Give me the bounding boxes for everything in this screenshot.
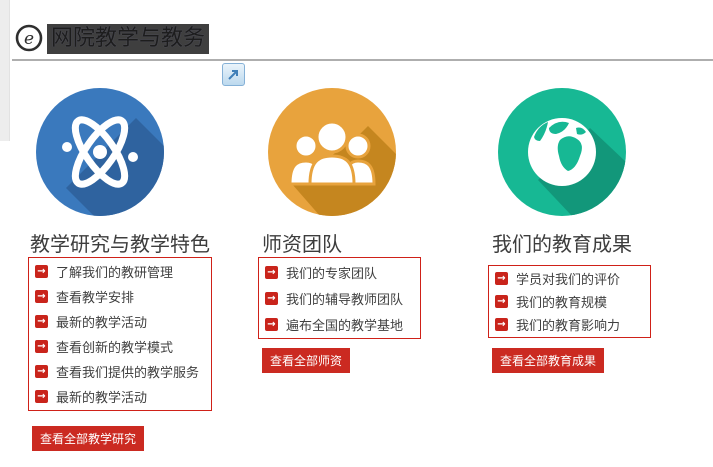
link-label[interactable]: 了解我们的教研管理 — [56, 262, 173, 281]
link-label[interactable]: 查看创新的教学模式 — [56, 337, 173, 356]
list-item[interactable]: → 查看创新的教学模式 — [29, 334, 211, 359]
column-heading-faculty: 师资团队 — [262, 232, 342, 256]
arrow-right-icon: → — [265, 291, 278, 305]
list-item[interactable]: → 查看我们提供的教学服务 — [29, 359, 211, 384]
link-label[interactable]: 我们的教育影响力 — [516, 315, 620, 334]
view-all-faculty-button[interactable]: 查看全部师资 — [262, 348, 351, 373]
list-item[interactable]: → 我们的专家团队 — [259, 259, 420, 285]
link-list-research: → 了解我们的教研管理 → 查看教学安排 → 最新的教学活动 → 查看创新的教学模式 → 查看我们… — [28, 257, 212, 411]
link-label[interactable]: 遍布全国的教学基地 — [286, 315, 403, 334]
arrow-right-icon: → — [35, 290, 48, 303]
list-item[interactable]: → 我们的教育影响力 — [489, 313, 650, 336]
circled-e-icon: e — [14, 23, 44, 53]
link-label[interactable]: 学员对我们的评价 — [516, 269, 620, 288]
globe-icon — [498, 88, 626, 216]
view-all-research-button[interactable]: 查看全部教学研究 — [32, 426, 145, 451]
arrow-right-icon: → — [35, 390, 48, 403]
list-item[interactable]: → 我们的教育规模 — [489, 290, 650, 313]
header-divider — [12, 59, 713, 61]
arrow-right-icon: → — [265, 265, 278, 279]
link-label[interactable]: 我们的专家团队 — [286, 263, 377, 282]
svg-text:e: e — [24, 29, 34, 49]
list-item[interactable]: → 学员对我们的评价 — [489, 267, 650, 290]
arrow-right-icon: → — [35, 265, 48, 278]
arrow-right-icon: → — [35, 340, 48, 353]
list-item[interactable]: → 最新的教学活动 — [29, 384, 211, 409]
link-list-faculty: → 我们的专家团队 → 我们的辅导教师团队 → 遍布全国的教学基地 — [258, 257, 421, 339]
list-item[interactable]: → 我们的辅导教师团队 — [259, 285, 420, 311]
left-edge-strip — [0, 0, 10, 141]
list-item[interactable]: → 了解我们的教研管理 — [29, 259, 211, 284]
arrow-right-icon: → — [35, 365, 48, 378]
list-item[interactable]: → 查看教学安排 — [29, 284, 211, 309]
link-label[interactable]: 查看教学安排 — [56, 287, 134, 306]
arrow-right-icon: → — [495, 295, 508, 308]
view-all-results-button[interactable]: 查看全部教育成果 — [492, 348, 605, 373]
arrow-right-icon: → — [495, 272, 508, 285]
arrow-right-icon: → — [495, 318, 508, 331]
link-label[interactable]: 查看我们提供的教学服务 — [56, 362, 199, 381]
page-title: 网院教学与教务 — [47, 24, 210, 54]
arrow-right-icon: → — [35, 315, 48, 328]
team-icon — [268, 88, 396, 216]
link-label[interactable]: 我们的辅导教师团队 — [286, 289, 403, 308]
list-item[interactable]: → 最新的教学活动 — [29, 309, 211, 334]
link-label[interactable]: 最新的教学活动 — [56, 387, 147, 406]
column-heading-research: 教学研究与教学特色 — [30, 232, 210, 256]
open-in-new-icon[interactable] — [222, 63, 245, 86]
arrow-right-icon: → — [265, 317, 278, 331]
column-heading-results: 我们的教育成果 — [492, 232, 632, 256]
link-label[interactable]: 我们的教育规模 — [516, 292, 607, 311]
list-item[interactable]: → 遍布全国的教学基地 — [259, 311, 420, 337]
link-label[interactable]: 最新的教学活动 — [56, 312, 147, 331]
page: e 网院教学与教务 教学研究与教学特色 师资团队 我们的教育成果 → 了解我们的… — [0, 0, 713, 467]
atom-icon — [36, 88, 164, 216]
link-list-results: → 学员对我们的评价 → 我们的教育规模 → 我们的教育影响力 — [488, 265, 651, 338]
